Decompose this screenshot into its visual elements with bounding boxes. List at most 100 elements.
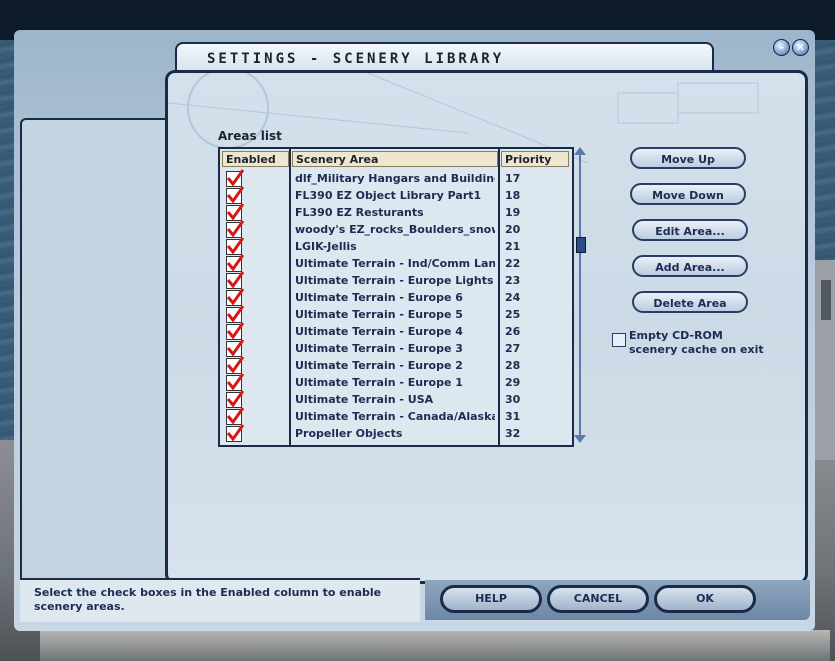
checkmark-icon: [226, 220, 244, 238]
edit-area-button[interactable]: Edit Area...: [632, 219, 748, 241]
checkmark-icon: [226, 407, 244, 425]
scroll-thumb[interactable]: [576, 237, 586, 253]
priority-value: 28: [505, 359, 521, 372]
empty-cd-rom-cache-checkbox[interactable]: [612, 333, 626, 347]
checkmark-icon: [226, 373, 244, 391]
list-item[interactable]: dlf_Military Hangars and Buildings Li 17: [220, 169, 572, 187]
list-item[interactable]: FL390 EZ Resturants 19: [220, 203, 572, 221]
column-header-scenery-area[interactable]: Scenery Area: [292, 151, 498, 167]
priority-value: 23: [505, 274, 521, 287]
checkmark-icon: [226, 254, 244, 272]
list-item[interactable]: Ultimate Terrain - USA 30: [220, 390, 572, 408]
enabled-checkbox[interactable]: [226, 237, 244, 255]
delete-area-button[interactable]: Delete Area: [632, 291, 748, 313]
enabled-checkbox[interactable]: [226, 305, 244, 323]
checkmark-icon: [226, 356, 244, 374]
checkmark-icon: [226, 186, 244, 204]
enabled-checkbox[interactable]: [226, 407, 244, 425]
main-panel: Areas list Enabled Scenery Area Priority…: [165, 70, 808, 584]
areas-list-scrollbar[interactable]: [573, 147, 587, 443]
enabled-checkbox[interactable]: [226, 288, 244, 306]
list-item[interactable]: Ultimate Terrain - Europe Lights 23: [220, 271, 572, 289]
status-bar: Select the check boxes in the Enabled co…: [20, 578, 420, 622]
list-item[interactable]: Ultimate Terrain - Europe 4 26: [220, 322, 572, 340]
scenery-area-name: Ultimate Terrain - Europe 5: [295, 308, 463, 321]
priority-value: 19: [505, 206, 521, 219]
move-down-button[interactable]: Move Down: [630, 183, 746, 205]
help-button[interactable]: HELP: [440, 585, 542, 613]
enabled-checkbox[interactable]: [226, 339, 244, 357]
add-area-button[interactable]: Add Area...: [632, 255, 748, 277]
scenery-area-name: Ultimate Terrain - Europe Lights: [295, 274, 494, 287]
scenery-area-name: FL390 EZ Resturants: [295, 206, 424, 219]
list-item[interactable]: Ultimate Terrain - Canada/Alaska 31: [220, 407, 572, 425]
priority-value: 18: [505, 189, 521, 202]
list-item[interactable]: woody's EZ_rocks_Boulders_snowc 20: [220, 220, 572, 238]
enabled-checkbox[interactable]: [226, 254, 244, 272]
enabled-checkbox[interactable]: [226, 424, 244, 442]
scenery-area-name: woody's EZ_rocks_Boulders_snowc: [295, 223, 495, 236]
scenery-area-name: dlf_Military Hangars and Buildings Li: [295, 172, 495, 185]
ok-button[interactable]: OK: [654, 585, 756, 613]
scenery-area-name: FL390 EZ Object Library Part1: [295, 189, 482, 202]
priority-value: 32: [505, 427, 521, 440]
priority-value: 22: [505, 257, 521, 270]
enabled-checkbox[interactable]: [226, 390, 244, 408]
priority-value: 25: [505, 308, 521, 321]
empty-cd-rom-cache-label: Empty CD-ROM scenery cache on exit: [629, 329, 764, 356]
scroll-track[interactable]: [579, 155, 581, 435]
minimize-button[interactable]: –: [773, 39, 790, 56]
priority-value: 21: [505, 240, 521, 253]
list-item[interactable]: Ultimate Terrain - Europe 3 27: [220, 339, 572, 357]
list-item[interactable]: Propeller Objects 32: [220, 424, 572, 442]
priority-value: 20: [505, 223, 521, 236]
column-header-enabled[interactable]: Enabled: [222, 151, 289, 167]
priority-value: 29: [505, 376, 521, 389]
checkmark-icon: [226, 390, 244, 408]
list-item[interactable]: LGIK-Jellis 21: [220, 237, 572, 255]
list-item[interactable]: Ultimate Terrain - Europe 6 24: [220, 288, 572, 306]
checkmark-icon: [226, 424, 244, 442]
enabled-checkbox[interactable]: [226, 186, 244, 204]
list-item[interactable]: Ultimate Terrain - Europe 1 29: [220, 373, 572, 391]
scenery-area-name: Ultimate Terrain - Ind/Comm Landcla: [295, 257, 495, 270]
scroll-down-arrow-icon[interactable]: [574, 435, 586, 443]
list-item[interactable]: Ultimate Terrain - Ind/Comm Landcla 22: [220, 254, 572, 272]
enabled-checkbox[interactable]: [226, 203, 244, 221]
dialog-title: SETTINGS - SCENERY LIBRARY: [207, 51, 505, 67]
scenery-area-name: LGIK-Jellis: [295, 240, 357, 253]
checkmark-icon: [226, 322, 244, 340]
list-item[interactable]: Ultimate Terrain - Europe 5 25: [220, 305, 572, 323]
checkmark-icon: [226, 169, 244, 187]
scroll-up-arrow-icon[interactable]: [574, 147, 586, 155]
checkmark-icon: [226, 339, 244, 357]
enabled-checkbox[interactable]: [226, 322, 244, 340]
cancel-button[interactable]: CANCEL: [547, 585, 649, 613]
scenery-area-name: Ultimate Terrain - Europe 1: [295, 376, 463, 389]
column-header-priority[interactable]: Priority: [501, 151, 569, 167]
priority-value: 27: [505, 342, 521, 355]
priority-value: 31: [505, 410, 521, 423]
enabled-checkbox[interactable]: [226, 220, 244, 238]
scenery-area-name: Ultimate Terrain - Europe 2: [295, 359, 463, 372]
move-up-button[interactable]: Move Up: [630, 147, 746, 169]
priority-value: 24: [505, 291, 521, 304]
scenery-area-name: Propeller Objects: [295, 427, 403, 440]
background-aircraft: [40, 630, 830, 661]
scenery-area-name: Ultimate Terrain - USA: [295, 393, 434, 406]
enabled-checkbox[interactable]: [226, 169, 244, 187]
list-item[interactable]: Ultimate Terrain - Europe 2 28: [220, 356, 572, 374]
areas-list-label: Areas list: [218, 129, 282, 143]
enabled-checkbox[interactable]: [226, 271, 244, 289]
checkmark-icon: [226, 288, 244, 306]
enabled-checkbox[interactable]: [226, 373, 244, 391]
enabled-checkbox[interactable]: [226, 356, 244, 374]
areas-list[interactable]: Enabled Scenery Area Priority dlf_Milita…: [218, 147, 574, 447]
list-item[interactable]: FL390 EZ Object Library Part1 18: [220, 186, 572, 204]
scenery-area-name: Ultimate Terrain - Canada/Alaska: [295, 410, 495, 423]
close-button[interactable]: ✕: [792, 39, 809, 56]
background-ship-mast: [821, 280, 831, 320]
checkmark-icon: [226, 203, 244, 221]
checkmark-icon: [226, 305, 244, 323]
checkmark-icon: [226, 237, 244, 255]
